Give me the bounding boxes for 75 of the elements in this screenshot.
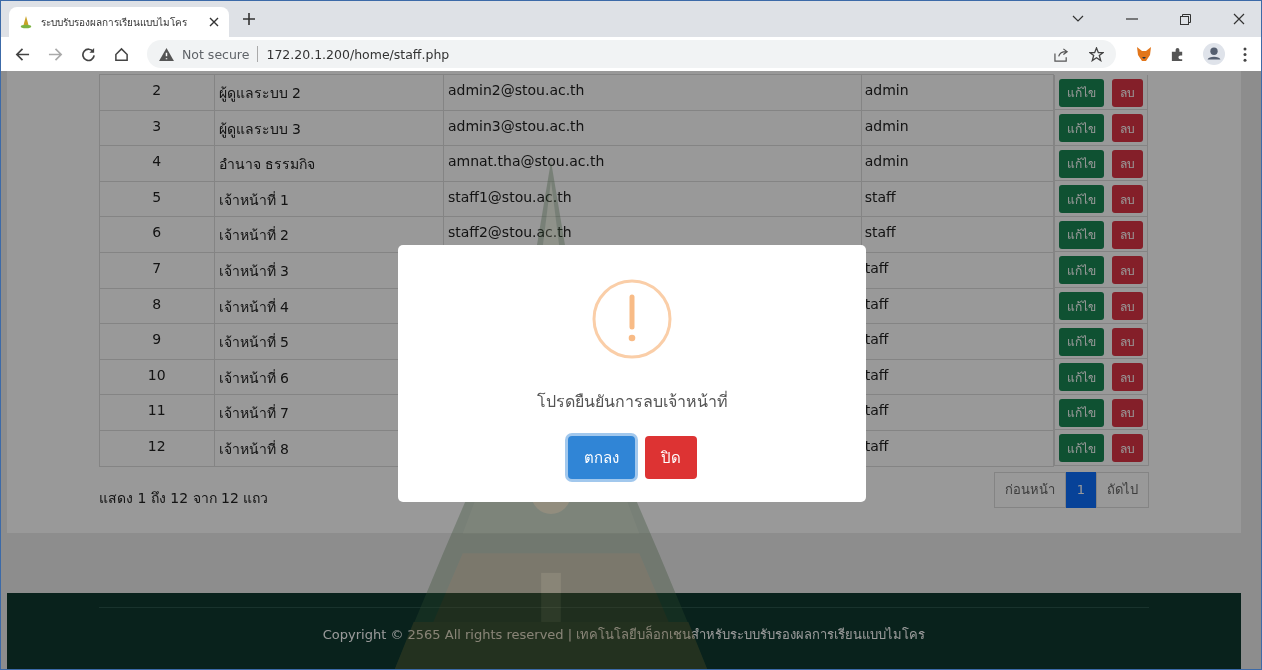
- cancel-button[interactable]: ปิด: [644, 436, 697, 479]
- table-cell: 11: [99, 394, 215, 431]
- table-cell: 5: [99, 181, 215, 217]
- delete-button[interactable]: ลบ: [1112, 327, 1143, 356]
- table-cell: 3: [99, 110, 215, 146]
- menu-icon[interactable]: [1243, 46, 1247, 62]
- table-cell: 12: [99, 430, 215, 467]
- table-cell: admin: [861, 74, 1054, 111]
- share-icon[interactable]: [1054, 46, 1069, 62]
- table-cell: 9: [99, 323, 215, 360]
- tab-title: ระบบรับรองผลการเรียนแบบไมโคร: [41, 15, 188, 30]
- table-cell: 6: [99, 216, 215, 253]
- edit-button[interactable]: แก้ไข: [1059, 363, 1104, 392]
- table-cell: staff1@stou.ac.th: [443, 181, 862, 217]
- close-icon[interactable]: [1233, 13, 1245, 25]
- edit-button[interactable]: แก้ไข: [1059, 434, 1104, 463]
- delete-button[interactable]: ลบ: [1112, 78, 1143, 107]
- url-text: 172.20.1.200/home/staff.php: [266, 46, 450, 62]
- table-cell: ผู้ดูแลระบบ 2: [214, 74, 444, 111]
- delete-button[interactable]: ลบ: [1112, 434, 1143, 463]
- puzzle-icon[interactable]: [1170, 46, 1185, 62]
- table-cell: amnat.tha@stou.ac.th: [443, 145, 862, 182]
- table-cell: admin: [861, 145, 1054, 182]
- delete-button[interactable]: ลบ: [1112, 220, 1143, 249]
- table-cell: 2: [99, 74, 215, 111]
- edit-button[interactable]: แก้ไข: [1059, 256, 1104, 285]
- delete-button[interactable]: ลบ: [1112, 114, 1143, 143]
- edit-button[interactable]: แก้ไข: [1059, 78, 1104, 107]
- table-cell: staff: [861, 181, 1054, 217]
- table-cell: 4: [99, 145, 215, 182]
- table-cell: 7: [99, 252, 215, 289]
- row-count-text: แสดง 1 ถึง 12 จาก 12 แถว: [99, 488, 269, 508]
- restore-icon[interactable]: [1180, 13, 1191, 25]
- table-cell: อำนาจ ธรรมกิจ: [214, 145, 444, 182]
- delete-button[interactable]: ลบ: [1112, 149, 1143, 178]
- table-cell: 8: [99, 288, 215, 324]
- pagination-button[interactable]: ก่อนหน้า: [993, 471, 1066, 508]
- table-cell: admin: [861, 110, 1054, 146]
- footer-text: Copyright © 2565 All rights reserved | เทคโนโลยีบล็อกเชนสำหรับระบบรับรองผลการเรียนแบบไมโคร: [321, 624, 927, 644]
- warning-icon: [592, 279, 672, 359]
- edit-button[interactable]: แก้ไข: [1059, 292, 1104, 321]
- delete-button[interactable]: ลบ: [1112, 363, 1143, 392]
- edit-button[interactable]: แก้ไข: [1059, 398, 1104, 427]
- pagination-button[interactable]: ถัดไป: [1096, 471, 1149, 508]
- browser-tab[interactable]: ระบบรับรองผลการเรียนแบบไมโคร: [9, 7, 229, 37]
- reload-icon[interactable]: [81, 46, 96, 62]
- table-cell: เจ้าหน้าที่ 1: [214, 181, 444, 217]
- address-bar[interactable]: Not secure 172.20.1.200/home/staff.php: [147, 40, 1116, 68]
- delete-button[interactable]: ลบ: [1112, 398, 1143, 427]
- table-cell: admin3@stou.ac.th: [443, 110, 862, 146]
- dialog-message: โปรดยืนยันการลบเจ้าหน้าที่: [536, 390, 728, 413]
- delete-button[interactable]: ลบ: [1112, 292, 1143, 321]
- table-cell: admin2@stou.ac.th: [443, 74, 862, 111]
- table-cell: 10: [99, 359, 215, 395]
- edit-button[interactable]: แก้ไข: [1059, 149, 1104, 178]
- chevron-down-icon[interactable]: [1072, 15, 1084, 23]
- edit-button[interactable]: แก้ไข: [1059, 220, 1104, 249]
- delete-button[interactable]: ลบ: [1112, 256, 1143, 285]
- profile-icon[interactable]: [1203, 43, 1225, 65]
- table-cell: ผู้ดูแลระบบ 3: [214, 110, 444, 146]
- home-icon[interactable]: [114, 46, 129, 62]
- back-icon[interactable]: [15, 46, 30, 62]
- new-tab-icon[interactable]: [243, 13, 255, 25]
- delete-button[interactable]: ลบ: [1112, 185, 1143, 214]
- close-icon[interactable]: [209, 17, 219, 27]
- confirm-button[interactable]: ตกลง: [567, 436, 635, 479]
- stupa-icon: [19, 15, 33, 29]
- edit-button[interactable]: แก้ไข: [1059, 327, 1104, 356]
- edit-button[interactable]: แก้ไข: [1059, 114, 1104, 143]
- edit-button[interactable]: แก้ไข: [1059, 185, 1104, 214]
- warning-icon: [159, 47, 174, 61]
- security-label: Not secure: [182, 46, 250, 62]
- fox-icon[interactable]: [1136, 46, 1152, 62]
- pagination-button[interactable]: 1: [1065, 471, 1096, 508]
- star-icon[interactable]: [1089, 46, 1104, 62]
